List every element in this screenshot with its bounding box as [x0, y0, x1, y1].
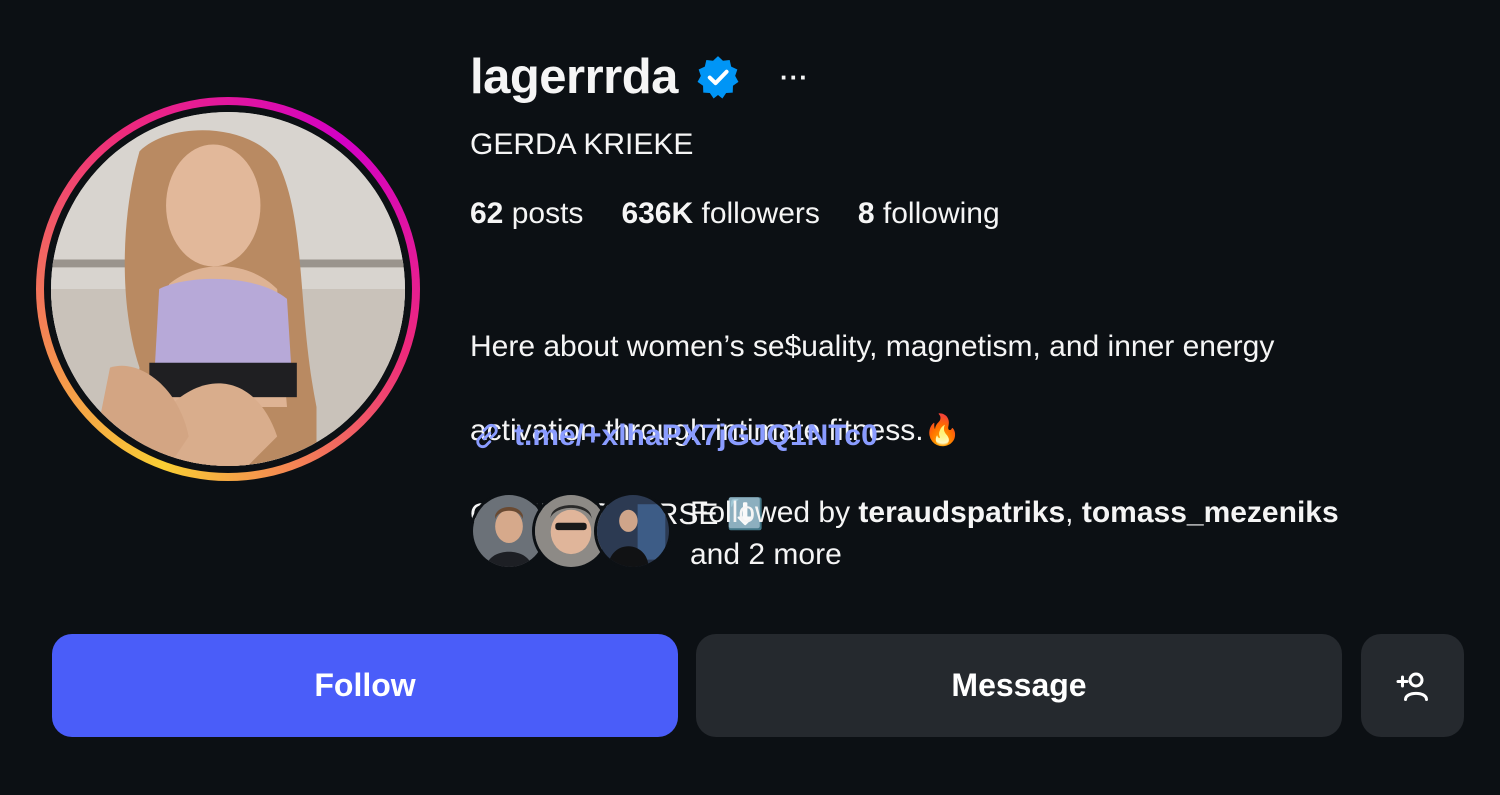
message-button[interactable]: Message: [696, 634, 1342, 737]
avatar-photo-image: [51, 112, 405, 466]
followed-by-prefix: Followed by: [690, 496, 859, 529]
posts-label: posts: [511, 197, 584, 230]
following-stat[interactable]: 8 following: [858, 197, 1000, 231]
following-count: 8: [857, 197, 875, 230]
add-person-icon: [1396, 672, 1428, 701]
posts-stat: 62 posts: [470, 197, 583, 231]
followers-label: followers: [701, 197, 820, 230]
mutual-avatar: [594, 492, 672, 570]
bio-link-text[interactable]: t.me/+xlhaPX7jGJQ1NTc0: [514, 419, 878, 453]
followers-stat[interactable]: 636K followers: [621, 197, 819, 231]
mutual-follower-link[interactable]: tomass_mezeniks: [1082, 496, 1339, 529]
profile-header: lagerrrda ··· GERDA KRIEKE 62 posts 636K…: [0, 0, 1500, 795]
full-name: GERDA KRIEKE: [470, 128, 694, 161]
suggested-accounts-button[interactable]: [1361, 634, 1464, 737]
bio-line: Here about women’s se$uality, magnetism,…: [470, 330, 1275, 363]
username: lagerrrda: [470, 50, 678, 104]
profile-stats: 62 posts 636K followers 8 following: [470, 197, 1000, 231]
mutual-follower-link[interactable]: teraudspatriks: [858, 496, 1065, 529]
followed-by-text: Followed by teraudspatriks, tomass_mezen…: [690, 492, 1450, 576]
follow-button[interactable]: Follow: [52, 634, 678, 737]
followers-count: 636K: [621, 197, 694, 230]
followed-by-separator: ,: [1065, 496, 1082, 529]
profile-avatar: [51, 112, 405, 466]
bio-link[interactable]: t.me/+xlhaPX7jGJQ1NTc0: [470, 419, 878, 453]
followed-by-more[interactable]: and 2 more: [690, 538, 842, 571]
followed-by[interactable]: Followed by teraudspatriks, tomass_mezen…: [470, 492, 1450, 576]
profile-avatar-story-ring[interactable]: [36, 97, 420, 481]
link-icon: [476, 423, 498, 449]
verified-badge-icon: [697, 56, 739, 99]
mutual-followers-avatars: [470, 492, 676, 570]
more-options-button[interactable]: ···: [780, 64, 809, 90]
username-row: lagerrrda ···: [470, 46, 809, 108]
posts-count: 62: [470, 197, 504, 230]
following-label: following: [882, 197, 1000, 230]
